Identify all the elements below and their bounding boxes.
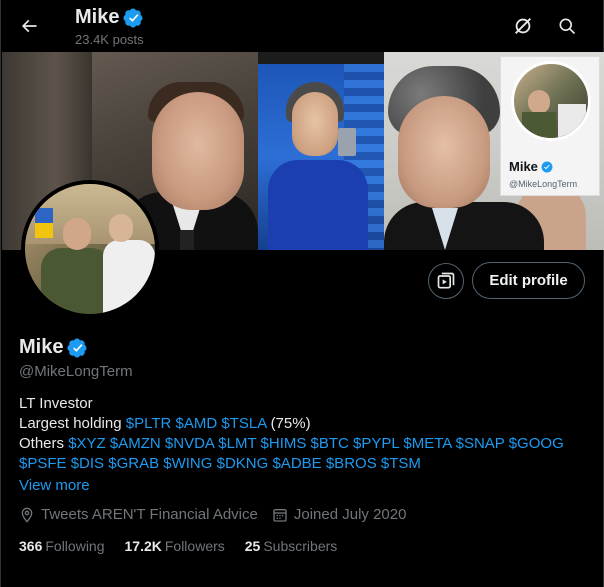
cashtag-link[interactable]: $SNAP (456, 435, 505, 452)
bio-line-1: LT Investor (19, 395, 93, 412)
verified-badge-icon[interactable] (67, 337, 88, 358)
joined-item: Joined July 2020 (272, 506, 407, 523)
media-studio-icon (436, 271, 456, 291)
subscribers-count: 25 (244, 538, 261, 554)
header-name: Mike (75, 6, 120, 28)
banner-mini-profile-card: Mike @MikeLongTerm (500, 56, 600, 196)
view-more-link[interactable]: View more (19, 477, 90, 494)
mini-card-name: Mike (509, 159, 553, 174)
profile-bio: LT Investor Largest holding $PLTR $AMD $… (19, 394, 589, 474)
cashtag-link[interactable]: $NVDA (165, 435, 214, 452)
profile-name-text: Mike (19, 336, 64, 358)
followers-stat[interactable]: 17.2K Followers (125, 538, 225, 554)
profile-stats: 366 Following 17.2K Followers 25 Subscriber… (19, 538, 357, 554)
cashtag-link[interactable]: $TSM (381, 455, 421, 472)
grok-slash-icon (512, 15, 534, 37)
mini-card-handle: @MikeLongTerm (509, 179, 578, 189)
search-button[interactable] (549, 8, 585, 44)
profile-name: Mike (19, 336, 88, 359)
bio-line-2-suffix: (75%) (270, 415, 311, 432)
media-studio-button[interactable] (428, 263, 464, 299)
followers-count: 17.2K (124, 538, 162, 554)
location-item: Tweets AREN'T Financial Advice (19, 506, 258, 523)
cashtag-link[interactable]: $HIMS (261, 435, 307, 452)
cashtag-link[interactable]: $LMT (218, 435, 256, 452)
following-count: 366 (19, 538, 43, 554)
header-title: Mike (75, 6, 144, 29)
cashtag-link[interactable]: $PYPL (353, 435, 399, 452)
cashtag-link[interactable]: $META (403, 435, 451, 452)
profile-handle: @MikeLongTerm (19, 363, 133, 380)
mini-verified-badge-icon (541, 161, 553, 173)
bio-line-2: Largest holding $PLTR $AMD $TSLA (75%) (19, 414, 589, 434)
cashtag-link[interactable]: $GRAB (108, 455, 159, 472)
edit-profile-button[interactable]: Edit profile (472, 262, 585, 299)
profile-meta: Tweets AREN'T Financial Advice Joined Ju… (19, 506, 420, 523)
cashtag-link[interactable]: $PSFE (19, 455, 67, 472)
cashtag-link[interactable]: $TSLA (221, 415, 266, 432)
verified-badge-icon (123, 7, 144, 28)
posts-count: 23.4K posts (75, 32, 144, 47)
bio-line-2-prefix: Largest holding (19, 415, 126, 432)
cashtag-link[interactable]: $WING (163, 455, 212, 472)
joined-text: Joined July 2020 (293, 506, 407, 523)
cashtag-link[interactable]: $AMD (176, 415, 218, 432)
search-icon (557, 16, 577, 36)
subscribers-stat[interactable]: 25 Subscribers (245, 538, 338, 554)
grok-button[interactable] (505, 8, 541, 44)
profile-avatar[interactable] (21, 180, 159, 318)
following-stat[interactable]: 366 Following (19, 538, 105, 554)
cashtag-link[interactable]: $DIS (71, 455, 104, 472)
cashtag-link[interactable]: $DKNG (217, 455, 269, 472)
bio-line-3-prefix: Others (19, 435, 69, 452)
bio-line-4: $PSFE $DIS $GRAB $WING $DKNG $ADBE $BROS… (19, 454, 589, 474)
followers-label: Followers (164, 538, 225, 554)
cashtag-link[interactable]: $XYZ (68, 435, 106, 452)
mini-card-name-text: Mike (509, 159, 538, 174)
back-button[interactable] (11, 8, 47, 44)
profile-page: Mike 23.4K posts Mike @MikeLongTerm Edit… (0, 0, 604, 587)
cashtag-link[interactable]: $BTC (311, 435, 349, 452)
banner-photo-middle (258, 64, 384, 250)
following-label: Following (45, 538, 105, 554)
cashtag-link[interactable]: $ADBE (272, 455, 321, 472)
location-pin-icon (19, 507, 35, 523)
arrow-left-icon (19, 16, 39, 36)
cashtag-link[interactable]: $GOOG (509, 435, 564, 452)
subscribers-label: Subscribers (263, 538, 338, 554)
calendar-icon (272, 507, 288, 523)
mini-avatar (511, 61, 591, 141)
top-bar: Mike 23.4K posts (1, 0, 604, 52)
cashtag-link[interactable]: $PLTR (126, 415, 172, 432)
bio-line-3: Others $XYZ $AMZN $NVDA $LMT $HIMS $BTC … (19, 434, 589, 454)
location-text: Tweets AREN'T Financial Advice (41, 506, 258, 523)
cashtag-link[interactable]: $BROS (326, 455, 377, 472)
cashtag-link[interactable]: $AMZN (110, 435, 161, 452)
